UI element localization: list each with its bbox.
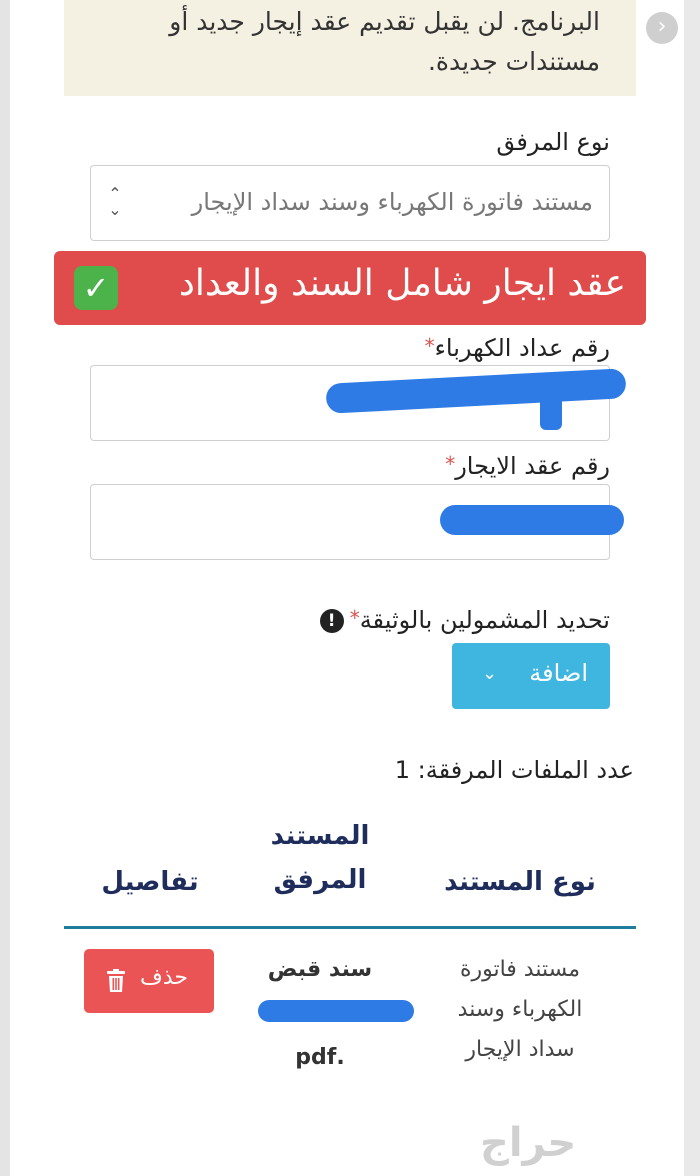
required-mark: * bbox=[349, 606, 360, 630]
doc-type-line-3: سداد الإيجار bbox=[465, 1037, 575, 1062]
header-attached-doc: المستند المرفق bbox=[240, 814, 400, 902]
chevron-right-icon[interactable]: › bbox=[646, 12, 678, 44]
delete-button[interactable]: حذف bbox=[84, 949, 214, 1013]
notice-line-2: مستندات جديدة. bbox=[427, 47, 600, 76]
chevron-down-icon: ⌄ bbox=[482, 663, 498, 684]
notice-line-1: البرنامج. لن يقبل تقديم عقد إيجار جديد أ… bbox=[169, 7, 600, 36]
included-persons-label: تحديد المشمولين بالوثيقة*! bbox=[319, 606, 610, 634]
header-divider bbox=[64, 926, 636, 929]
banner-text: عقد ايجار شامل السند والعداد bbox=[178, 263, 626, 304]
attachment-type-value: مستند فاتورة الكهرباء وسند سداد الإيجار bbox=[191, 188, 593, 216]
page: › البرنامج. لن يقبل تقديم عقد إيجار جديد… bbox=[0, 0, 700, 1176]
check-mark-icon: ✓ bbox=[74, 266, 118, 310]
contract-number-label: رقم عقد الايجار* bbox=[445, 452, 610, 480]
header-attached-line-1: المستند bbox=[270, 821, 370, 851]
overlay-banner: عقد ايجار شامل السند والعداد ✓ bbox=[54, 251, 646, 325]
redaction-scribble bbox=[258, 1000, 414, 1022]
left-edge bbox=[0, 0, 10, 1176]
info-icon[interactable]: ! bbox=[319, 609, 344, 633]
meter-label-text: رقم عداد الكهرباء bbox=[434, 334, 610, 362]
header-attached-line-2: المرفق bbox=[273, 865, 367, 895]
watermark-logo: حراج bbox=[480, 1120, 577, 1166]
required-mark: * bbox=[445, 452, 456, 476]
header-details: تفاصيل bbox=[101, 867, 199, 897]
required-mark: * bbox=[424, 334, 435, 358]
doc-type-line-1: مستند فاتورة bbox=[459, 957, 581, 982]
contract-label-text: رقم عقد الايجار bbox=[455, 452, 610, 480]
right-edge bbox=[684, 0, 700, 1176]
header-doc-type: نوع المستند bbox=[444, 867, 596, 897]
notice-box: البرنامج. لن يقبل تقديم عقد إيجار جديد أ… bbox=[64, 0, 636, 96]
meter-number-label: رقم عداد الكهرباء* bbox=[425, 334, 610, 362]
delete-button-label: حذف bbox=[140, 965, 188, 990]
attached-files-count: عدد الملفات المرفقة: 1 bbox=[394, 756, 634, 784]
doc-type-line-2: الكهرباء وسند bbox=[457, 997, 583, 1022]
select-arrows-icon: ⌃ ⌄ bbox=[108, 184, 122, 219]
trash-icon bbox=[107, 969, 125, 992]
attachment-type-label: نوع المرفق bbox=[496, 128, 610, 156]
file-extension: .pdf bbox=[295, 1045, 345, 1070]
row-doc-type: مستند فاتورة الكهرباء وسند سداد الإيجار bbox=[420, 950, 620, 1070]
file-name-line-1: سند قبض bbox=[267, 957, 373, 982]
add-button-label: اضافة bbox=[529, 659, 588, 687]
attachment-type-select[interactable]: مستند فاتورة الكهرباء وسند سداد الإيجار … bbox=[90, 165, 610, 241]
add-button[interactable]: اضافة ⌄ bbox=[452, 643, 610, 709]
redaction-scribble bbox=[540, 396, 562, 430]
included-persons-text: تحديد المشمولين بالوثيقة bbox=[359, 606, 610, 634]
redaction-scribble bbox=[440, 505, 624, 535]
